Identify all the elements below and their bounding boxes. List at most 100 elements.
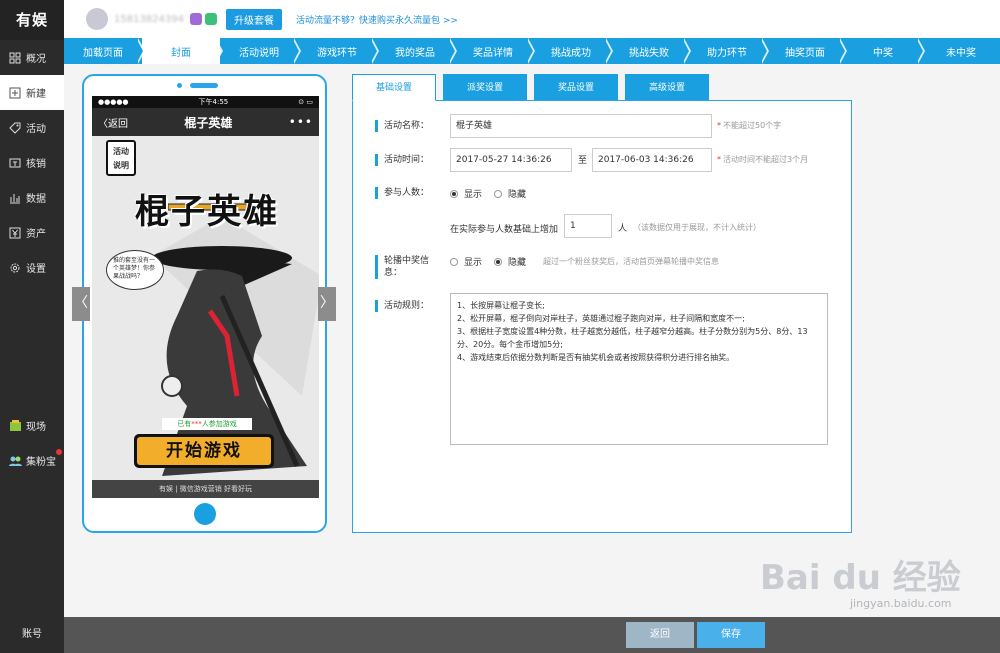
- step-activity-desc[interactable]: 活动说明: [220, 38, 301, 64]
- sidebar-item-verify[interactable]: 核销: [0, 145, 64, 180]
- rules-tab[interactable]: 活动 说明: [106, 140, 136, 176]
- participants-label: 参与人数：: [375, 187, 429, 199]
- end-time-input[interactable]: 2017-06-03 14:36:26: [592, 148, 712, 172]
- rules-tab-line: 活动: [113, 147, 129, 156]
- participants-show-radio[interactable]: 显示: [450, 187, 482, 200]
- present-icon: [8, 419, 22, 433]
- tab-basic-settings[interactable]: 基础设置: [352, 74, 436, 101]
- buy-traffic-link[interactable]: 活动流量不够？快速购买永久流量包 >>: [296, 13, 458, 26]
- sidebar-item-fanbao[interactable]: 集粉宝: [0, 443, 64, 478]
- more-icon[interactable]: •••: [289, 115, 313, 129]
- cover-footer: 有娱 | 微信游戏营销 好看好玩: [92, 480, 319, 498]
- step-assist[interactable]: 助力环节: [688, 38, 769, 64]
- sidebar-item-label: 集粉宝: [26, 457, 56, 468]
- step-loading-page[interactable]: 加载页面: [64, 38, 145, 64]
- carousel-hide-radio[interactable]: 隐藏: [494, 255, 526, 268]
- back-button[interactable]: 返回: [626, 622, 694, 648]
- sidebar-item-label: 资产: [26, 229, 46, 240]
- sidebar-item-label: 核销: [26, 159, 46, 170]
- app-logo[interactable]: 有娱: [0, 0, 64, 40]
- step-lottery-page[interactable]: 抽奖页面: [766, 38, 847, 64]
- radio-unchecked-icon: [450, 257, 458, 266]
- sidebar-item-activity[interactable]: 活动: [0, 110, 64, 145]
- step-my-prizes[interactable]: 我的奖品: [376, 38, 457, 64]
- avatar[interactable]: [86, 8, 108, 30]
- sidebar-item-onsite[interactable]: 现场: [0, 408, 64, 443]
- watermark-main: Bai du 经验: [760, 558, 961, 598]
- carousel-label-line: 息：: [384, 268, 403, 278]
- sidebar-item-new[interactable]: 新建: [0, 75, 64, 110]
- radio-unchecked-icon: [494, 189, 502, 198]
- rules-label: 活动规则：: [375, 300, 429, 312]
- hint-text: 不能超过50个字: [723, 121, 782, 130]
- tab-prize-settings[interactable]: 奖品设置: [534, 74, 618, 101]
- prev-arrow-button[interactable]: 〈: [72, 287, 90, 321]
- step-prize-detail[interactable]: 奖品详情: [454, 38, 535, 64]
- step-challenge-fail[interactable]: 挑战失败: [610, 38, 691, 64]
- next-arrow-button[interactable]: 〉: [318, 287, 336, 321]
- phone-status-bar: ●●●●● 下午4:55 ⊙ ▭: [92, 96, 319, 108]
- joined-prefix: 已有: [177, 420, 192, 428]
- joined-suffix: 人参加游戏: [201, 420, 237, 428]
- save-button[interactable]: 保存: [697, 622, 765, 648]
- participants-hide-radio[interactable]: 隐藏: [494, 187, 526, 200]
- upgrade-plan-button[interactable]: 升级套餐: [226, 8, 282, 30]
- sidebar-item-label: 新建: [26, 89, 46, 100]
- required-mark: *: [717, 121, 721, 130]
- sidebar: 有娱 概况 新建 活动 核销 数据 资产 设置 现场 集粉宝 账号: [0, 0, 64, 653]
- radio-checked-icon: [494, 257, 502, 266]
- increase-count-input[interactable]: 1: [564, 214, 612, 238]
- joined-count: 已有***人参加游戏: [162, 418, 252, 430]
- plus-square-icon: [8, 86, 22, 100]
- ticket-icon: [8, 156, 22, 170]
- sidebar-item-settings[interactable]: 设置: [0, 250, 64, 285]
- step-game[interactable]: 游戏环节: [298, 38, 379, 64]
- radio-label: 隐藏: [508, 190, 527, 200]
- people-icon: [8, 454, 22, 468]
- verified-badge-icon: [205, 13, 217, 25]
- radio-checked-icon: [450, 189, 458, 198]
- carousel-show-radio[interactable]: 显示: [450, 255, 482, 268]
- rules-textarea[interactable]: 1、长按屏幕让棍子变长; 2、松开屏幕，棍子倒向对岸柱子，英雄通过棍子跑向对岸，…: [450, 293, 828, 445]
- sidebar-item-overview[interactable]: 概况: [0, 40, 64, 75]
- tab-award-settings[interactable]: 派奖设置: [443, 74, 527, 101]
- phone-screen: ●●●●● 下午4:55 ⊙ ▭ 〈返回 棍子英雄 ••• 活动 说明 棍子英雄 …: [92, 96, 319, 498]
- back-link[interactable]: 〈返回: [98, 115, 128, 130]
- step-cover[interactable]: 封面: [142, 38, 223, 64]
- grid-icon: [8, 51, 22, 65]
- carousel-label: 轮播中奖信 息：: [375, 255, 429, 279]
- sidebar-item-label: 现场: [26, 422, 46, 433]
- settings-tabs: 基础设置 派奖设置 奖品设置 高级设置: [352, 74, 716, 101]
- sidebar-item-label: 设置: [26, 264, 46, 275]
- watermark-url: jingyan.baidu.com: [850, 597, 952, 610]
- camera-dot: [177, 83, 182, 88]
- rule-line: 4、游戏结束后依据分数判断是否有抽奖机会或者按照获得积分进行排名抽奖。: [457, 353, 735, 362]
- speech-bubble: 推的套至没有一个英雄梦！你参果战战吗？: [106, 250, 164, 290]
- speaker: [190, 83, 218, 88]
- sidebar-item-data[interactable]: 数据: [0, 180, 64, 215]
- vip-badge-icon: [190, 13, 202, 25]
- sidebar-item-assets[interactable]: 资产: [0, 215, 64, 250]
- activity-name-input[interactable]: 棍子英雄: [450, 114, 712, 138]
- gear-icon: [8, 261, 22, 275]
- sidebar-item-label: 概况: [26, 54, 46, 65]
- home-button: [194, 503, 216, 525]
- step-win[interactable]: 中奖: [844, 38, 925, 64]
- tag-icon: [8, 121, 22, 135]
- step-nav: 加载页面 封面 活动说明 游戏环节 我的奖品 奖品详情 挑战成功 挑战失败 助力…: [64, 38, 1000, 64]
- step-no-win[interactable]: 未中奖: [922, 38, 1000, 64]
- activity-time-label: 活动时间：: [375, 154, 429, 166]
- game-title: 棍子英雄: [135, 192, 279, 232]
- radio-label: 显示: [464, 190, 483, 200]
- tab-advanced-settings[interactable]: 高级设置: [625, 74, 709, 101]
- game-cover: 活动 说明 棍子英雄 推的套至没有一个英雄梦！你参果战战吗？ 已有***人参加游戏…: [92, 136, 319, 498]
- account-button[interactable]: 账号: [0, 617, 64, 653]
- back-label: 返回: [108, 118, 128, 130]
- start-game-button[interactable]: 开始游戏: [134, 434, 274, 468]
- required-mark: *: [717, 155, 721, 164]
- hint-text: 活动时间不能超过3个月: [723, 155, 809, 164]
- step-challenge-success[interactable]: 挑战成功: [532, 38, 613, 64]
- baidu-watermark: Bai du 经验 jingyan.baidu.com: [760, 550, 980, 610]
- start-game-label: 开始游戏: [137, 437, 271, 465]
- start-time-input[interactable]: 2017-05-27 14:36:26: [450, 148, 572, 172]
